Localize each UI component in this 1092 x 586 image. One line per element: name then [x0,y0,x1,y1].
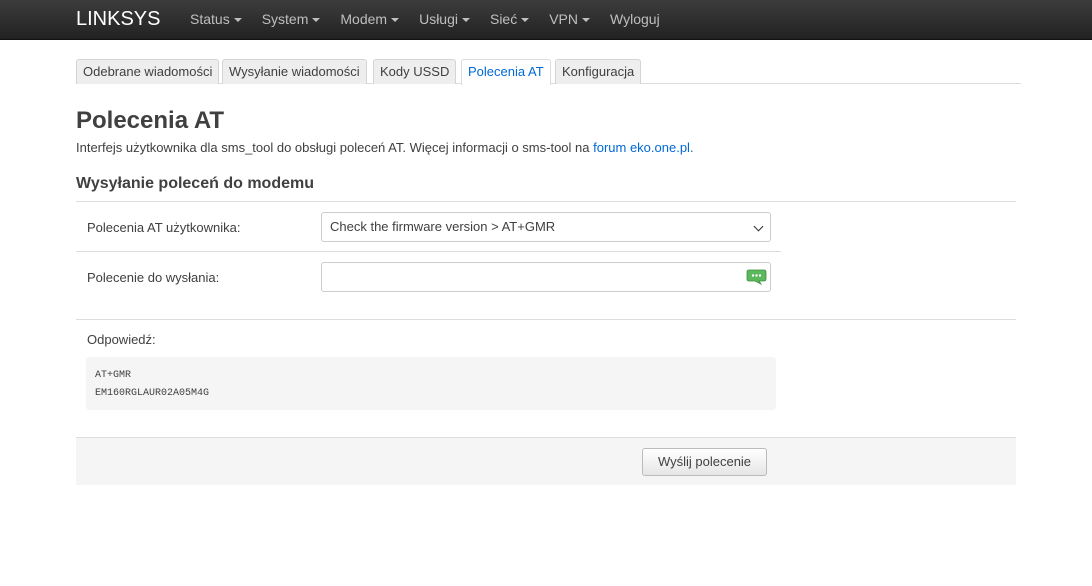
menu-status[interactable]: Status [190,0,242,40]
tab-ussd-codes[interactable]: Kody USSD [373,59,457,84]
menu-label: Sieć [489,11,518,27]
brand-logo[interactable]: LINKSYS [76,8,160,31]
user-commands-select[interactable]: Check the firmware version > AT+GMR [321,212,771,242]
selected-value: Check the firmware version > AT+GMR [330,219,556,234]
caret-down-icon [582,18,591,23]
chat-bubble-icon[interactable] [746,269,767,285]
response-label: Odpowiedź: [87,332,156,347]
forum-link[interactable]: forum eko.one.pl. [593,140,693,155]
user-commands-label: Polecenia AT użytkownika: [87,220,241,235]
menu-modem[interactable]: Modem [340,0,400,40]
caret-down-icon [233,18,242,23]
tab-at-commands[interactable]: Polecenia AT [461,59,551,85]
command-label: Polecenie do wysłania: [87,270,220,285]
menu-label: Status [190,11,230,27]
divider [76,319,1016,320]
menu-system[interactable]: System [262,0,321,40]
command-input[interactable] [321,262,771,292]
menu-label: Modem [340,11,388,27]
response-output: AT+GMR EM160RGLAUR02A05M4G [86,357,776,410]
menu-label: VPN [549,11,579,27]
page-description: Interfejs użytkownika dla sms_tool do ob… [76,140,694,156]
divider [76,201,1016,202]
main-menu: Status System Modem Usługi Sieć VPN Wylo… [190,0,680,40]
tab-received-messages[interactable]: Odebrane wiadomości [76,59,220,84]
menu-network[interactable]: Sieć [489,0,530,40]
send-command-button[interactable]: Wyślij polecenie [642,448,767,476]
caret-down-icon [521,18,530,23]
menu-services[interactable]: Usługi [419,0,470,40]
caret-down-icon [391,18,400,23]
menu-vpn[interactable]: VPN [549,0,591,40]
tab-configuration[interactable]: Konfiguracja [555,59,642,84]
form-actions [76,438,1016,485]
top-navbar: LINKSYS Status System Modem Usługi Sieć … [0,0,1092,40]
page-title: Polecenia AT [76,107,225,134]
section-title: Wysyłanie poleceń do modemu [76,175,314,192]
menu-label: System [261,11,309,27]
chevron-down-icon [753,221,764,232]
description-text: Interfejs użytkownika dla sms_tool do ob… [76,140,594,155]
divider [76,251,781,252]
menu-label: Wyloguj [610,11,660,27]
menu-logout[interactable]: Wyloguj [610,0,660,40]
caret-down-icon [461,18,470,23]
menu-label: Usługi [419,11,458,27]
caret-down-icon [312,18,321,23]
tab-bar: Odebrane wiadomości Wysyłanie wiadomości… [76,59,1021,85]
tab-send-messages[interactable]: Wysyłanie wiadomości [222,59,367,84]
